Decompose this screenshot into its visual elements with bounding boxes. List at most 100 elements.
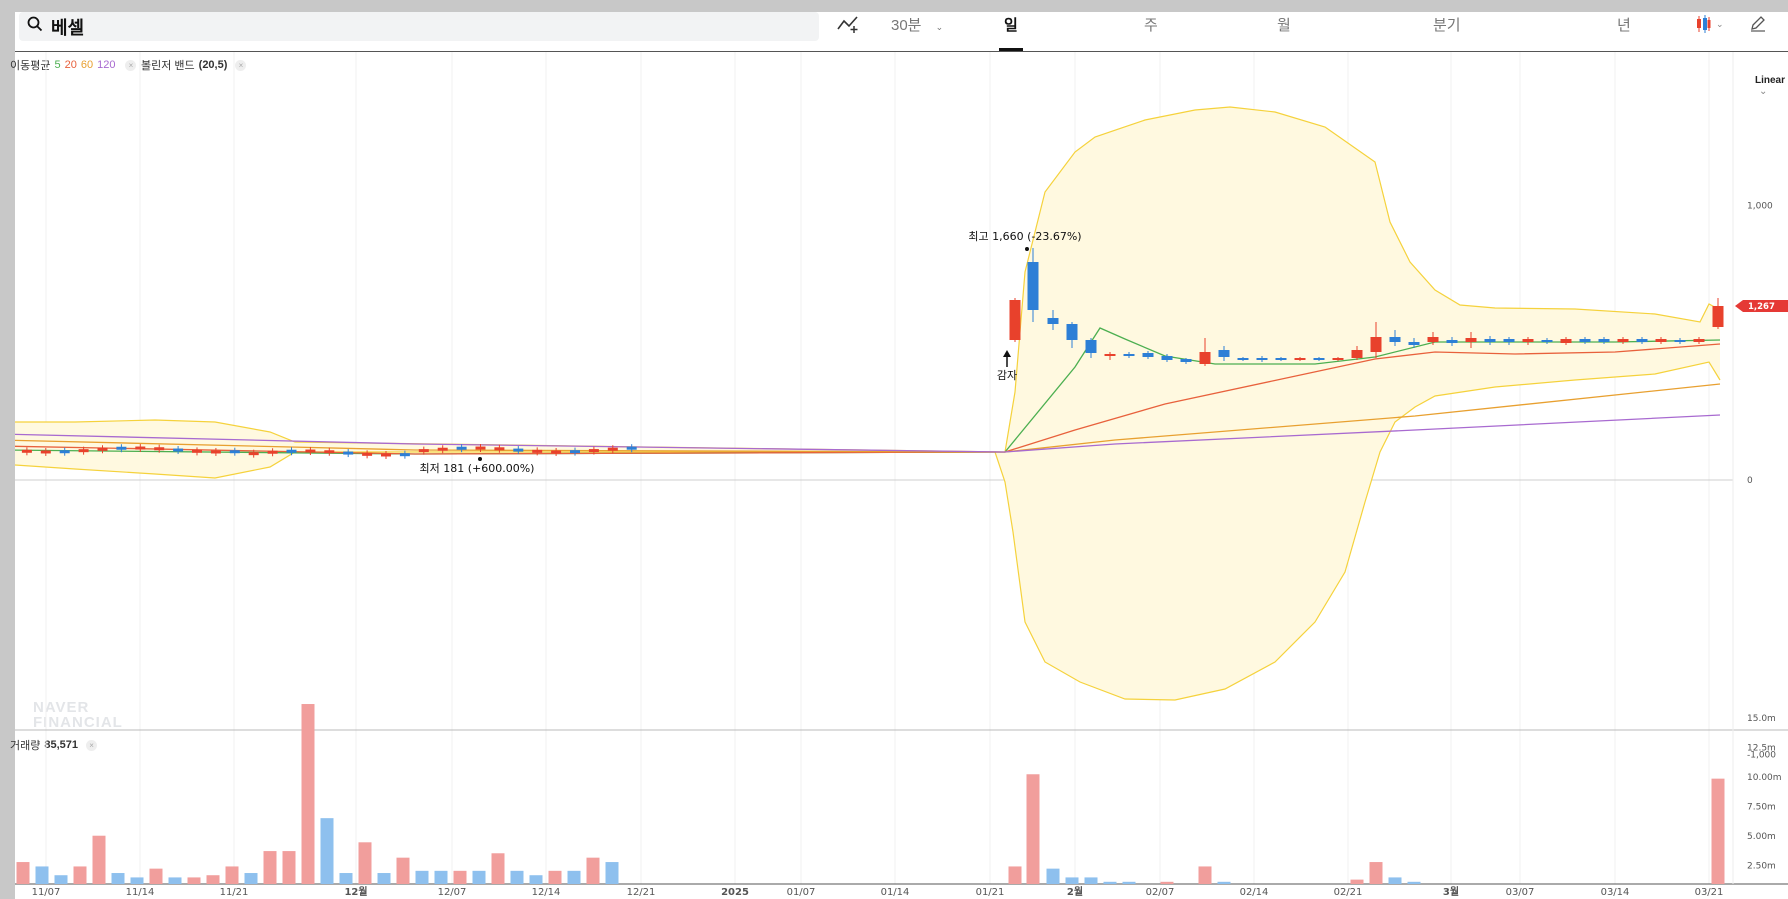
volume-bar — [586, 857, 600, 884]
bollinger-label: 볼린저 밴드 — [141, 60, 195, 72]
close-icon[interactable]: × — [235, 59, 247, 71]
volume-legend: 거래량 85,571 × — [10, 737, 98, 753]
volume-bar — [510, 870, 524, 884]
candlestick — [1351, 350, 1363, 358]
candlestick — [135, 446, 146, 450]
candlestick — [1503, 339, 1515, 342]
ma-20: 20 — [64, 59, 77, 71]
ma-60: 60 — [80, 59, 94, 71]
volume-bar — [244, 873, 258, 884]
search-query[interactable]: 베셀 — [51, 14, 84, 40]
close-icon[interactable]: × — [86, 739, 98, 751]
volume-bar — [225, 866, 239, 884]
high-marker — [1025, 247, 1029, 251]
candlestick — [1693, 339, 1705, 342]
chart-type-select[interactable]: ⌄ — [1695, 14, 1725, 34]
x-axis-label: 01/14 — [881, 887, 910, 898]
x-axis-label: 02/21 — [1334, 887, 1363, 898]
ma-line-60 — [15, 383, 1721, 453]
tab-day[interactable]: 일 — [1004, 14, 1018, 35]
price-chart[interactable]: 2,0001,0000-1,00015.0m12.5m10.00m7.50m5.… — [15, 12, 1788, 899]
candlestick — [1332, 358, 1344, 360]
candlestick — [116, 446, 127, 450]
indicator-add-icon[interactable] — [837, 14, 861, 34]
candlestick — [1066, 324, 1078, 340]
axes: 2,0001,0000-1,00015.0m12.5m10.00m7.50m5.… — [32, 202, 1788, 898]
search-box[interactable]: 베셀 — [19, 12, 819, 41]
candlestick — [1389, 337, 1401, 342]
candlestick — [1161, 356, 1173, 360]
volume-bar — [301, 704, 315, 884]
volume-bar — [1350, 879, 1364, 884]
tab-week[interactable]: 주 — [1144, 14, 1158, 35]
volume-axis-label: 10.00m — [1747, 773, 1782, 783]
up-arrow-icon — [1003, 350, 1011, 357]
candlestick — [1199, 352, 1211, 364]
band-upper — [15, 106, 1721, 453]
candlestick — [1294, 358, 1306, 360]
top-toolbar: 베셀 30분 ⌄ 일 주 월 분기 년 ⌄ — [15, 12, 1788, 52]
chevron-down-icon: ⌄ — [935, 22, 944, 32]
volume-bar — [1026, 774, 1040, 884]
candlestick — [607, 447, 618, 451]
candlestick — [551, 450, 562, 454]
candlestick — [1674, 340, 1686, 342]
close-icon[interactable]: × — [125, 59, 137, 71]
tab-year[interactable]: 년 — [1617, 14, 1631, 35]
volume-bar — [1065, 877, 1079, 884]
candlestick — [532, 449, 543, 453]
x-axis-label: 03/07 — [1506, 887, 1535, 898]
ma-line-120 — [15, 414, 1721, 453]
x-axis-label: 03/21 — [1695, 887, 1724, 898]
x-axis-label: 02/14 — [1240, 887, 1269, 898]
candlestick — [1370, 337, 1382, 352]
candlestick — [399, 453, 410, 457]
low-marker — [478, 457, 482, 461]
candlestick — [40, 450, 51, 454]
volume-bar — [187, 877, 201, 884]
candlestick — [21, 449, 32, 453]
x-axis-label: 12/07 — [438, 887, 467, 898]
candlestick — [1123, 354, 1135, 356]
candlestick — [513, 448, 524, 452]
candlestick — [59, 450, 70, 454]
tab-month[interactable]: 월 — [1277, 14, 1291, 35]
chevron-down-icon: ⌄ — [1759, 86, 1768, 97]
moving-average-lines — [15, 327, 1721, 455]
candlestick — [1655, 339, 1667, 342]
volume-bar — [149, 868, 163, 884]
low-annotation: 최저 181 (+600.00%) — [420, 462, 535, 475]
volume-bar — [16, 862, 30, 884]
volume-bar — [529, 875, 543, 884]
tab-quarter[interactable]: 분기 — [1433, 14, 1461, 35]
volume-bar — [1369, 862, 1383, 884]
x-axis-label: 03/14 — [1601, 887, 1630, 898]
volume-bar — [1388, 877, 1402, 884]
volume-bar — [1217, 881, 1231, 884]
price-axis-label: 1,000 — [1747, 202, 1773, 212]
interval-select[interactable]: 30분 ⌄ — [891, 14, 943, 35]
volume-axis-label: 5.00m — [1747, 832, 1776, 842]
candlestick — [1712, 306, 1724, 327]
candlestick — [1104, 354, 1116, 356]
candlestick — [229, 450, 240, 454]
candlestick — [343, 451, 354, 455]
band-fill — [15, 107, 1720, 700]
candlestick — [97, 447, 108, 451]
volume-bar — [320, 818, 334, 884]
band-lower — [15, 361, 1721, 701]
volume-bar — [1711, 778, 1725, 884]
candlestick — [1142, 353, 1154, 357]
x-axis-label: 12월 — [344, 886, 367, 898]
volume-bar — [111, 873, 125, 884]
ma-5: 5 — [54, 59, 61, 71]
candlestick — [475, 446, 486, 450]
pencil-icon[interactable] — [1749, 14, 1767, 32]
candlestick — [154, 447, 165, 451]
candlestick — [1408, 342, 1420, 345]
volume-axis-label: 15.0m — [1747, 714, 1776, 724]
candlestick — [1636, 339, 1648, 342]
volume-axis-label: 7.50m — [1747, 803, 1776, 813]
scale-mode-select[interactable]: Linear ⌄ — [1755, 75, 1788, 97]
candlestick — [324, 450, 335, 454]
